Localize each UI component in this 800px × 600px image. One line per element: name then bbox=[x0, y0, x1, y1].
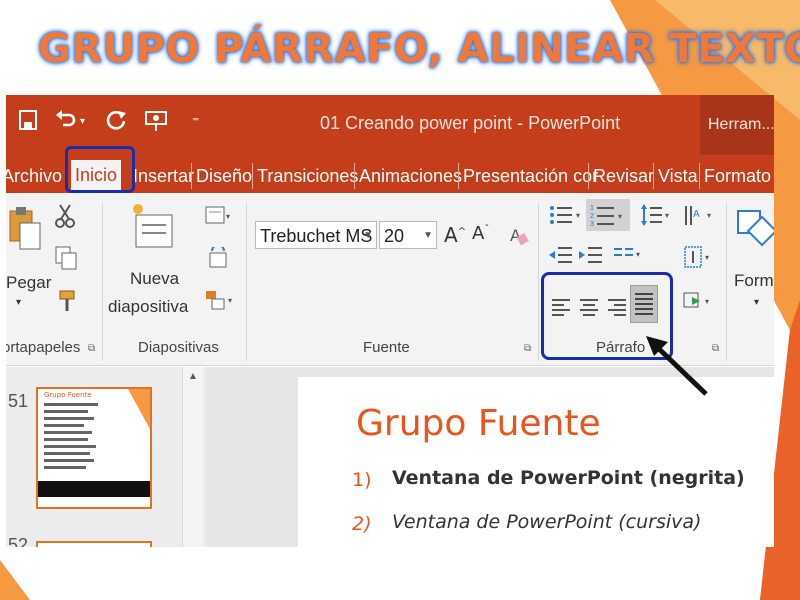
item-number: 1) bbox=[352, 469, 372, 491]
tools-contextual-tab[interactable]: Herram... bbox=[700, 95, 774, 155]
paste-label[interactable]: Pegar bbox=[6, 273, 51, 293]
tab-transiciones[interactable]: Transiciones bbox=[257, 163, 358, 189]
tab-separator bbox=[354, 163, 355, 189]
font-launcher-icon[interactable]: ⧉ bbox=[524, 343, 531, 354]
item-text: Ventana de PowerPoint (cursiva) bbox=[392, 511, 702, 533]
pointer-arrow-icon bbox=[646, 336, 708, 396]
increase-font-icon[interactable]: A^ bbox=[444, 223, 466, 247]
decrease-indent-icon[interactable] bbox=[548, 245, 574, 272]
font-size-combo[interactable]: 20 ▼ bbox=[379, 221, 437, 249]
numbering-icon[interactable]: 1 2 3 ▾ bbox=[586, 199, 630, 231]
tab-revisar[interactable]: Revisar bbox=[593, 163, 654, 189]
format-painter-icon[interactable] bbox=[58, 289, 80, 318]
decrease-font-icon[interactable]: Aˇ bbox=[472, 223, 489, 244]
svg-text:▾: ▾ bbox=[228, 296, 232, 305]
inicio-highlight-box bbox=[65, 146, 135, 193]
slide-number: 51 bbox=[8, 391, 29, 411]
tab-separator bbox=[653, 163, 654, 189]
customize-toolbar-icon[interactable]: ⁼ bbox=[192, 109, 199, 135]
tab-separator bbox=[588, 163, 589, 189]
svg-text:▾: ▾ bbox=[618, 212, 622, 221]
new-slide-label-line1[interactable]: Nueva bbox=[130, 269, 179, 289]
tab-vista[interactable]: Vista bbox=[658, 163, 698, 189]
tab-separator bbox=[699, 163, 700, 189]
group-separator bbox=[538, 203, 539, 361]
tab-formato[interactable]: Formato bbox=[704, 163, 771, 189]
shapes-icon[interactable] bbox=[736, 207, 774, 262]
group-separator bbox=[102, 203, 103, 361]
font-name-value: Trebuchet MS bbox=[260, 226, 373, 246]
content-title: Grupo Fuente bbox=[356, 403, 601, 444]
svg-text:1: 1 bbox=[590, 205, 594, 212]
tab-archivo[interactable]: Archivo bbox=[6, 163, 62, 189]
slides-group-label: Diapositivas bbox=[138, 339, 219, 356]
cut-icon[interactable] bbox=[54, 203, 76, 234]
paste-dropdown-icon[interactable]: ▾ bbox=[16, 297, 21, 308]
svg-text:A: A bbox=[693, 209, 700, 220]
tab-animaciones[interactable]: Animaciones bbox=[359, 163, 462, 189]
tab-separator bbox=[252, 163, 253, 189]
slide-thumbnail-next[interactable] bbox=[36, 541, 152, 547]
svg-text:▾: ▾ bbox=[705, 297, 709, 306]
paste-icon[interactable] bbox=[8, 205, 42, 258]
chevron-down-icon: ▼ bbox=[423, 230, 433, 241]
font-group-label: Fuente bbox=[363, 339, 410, 356]
align-text-icon[interactable]: ▾ bbox=[682, 245, 712, 276]
layout-icon[interactable]: ▾ bbox=[204, 205, 234, 232]
svg-text:3: 3 bbox=[590, 221, 594, 228]
new-slide-label-line2[interactable]: diapositiva bbox=[108, 297, 188, 317]
scroll-up-icon[interactable]: ▲ bbox=[188, 371, 198, 382]
thumbnail-scrollbar[interactable]: ▲ bbox=[182, 367, 203, 547]
svg-text:2: 2 bbox=[590, 213, 594, 220]
svg-text:▾: ▾ bbox=[576, 211, 580, 220]
undo-dropdown-icon[interactable]: ▾ bbox=[80, 109, 85, 135]
chevron-down-icon: ▼ bbox=[363, 230, 373, 241]
smartart-icon[interactable]: ▾ bbox=[682, 289, 712, 318]
item-number: 2) bbox=[352, 513, 372, 535]
section-icon[interactable]: ▾ bbox=[204, 289, 236, 316]
font-name-combo[interactable]: Trebuchet MS ▼ bbox=[255, 221, 377, 249]
tab-diseno[interactable]: Diseño bbox=[196, 163, 252, 189]
tab-insertar[interactable]: Insertar bbox=[133, 163, 194, 189]
presentation-icon[interactable] bbox=[144, 109, 168, 140]
tab-presentacion[interactable]: Presentación cor bbox=[463, 163, 598, 189]
save-icon[interactable] bbox=[18, 109, 38, 138]
text-direction-icon[interactable]: A ▾ bbox=[682, 203, 714, 234]
svg-text:▾: ▾ bbox=[707, 211, 711, 220]
group-separator bbox=[246, 203, 247, 361]
undo-icon[interactable] bbox=[54, 109, 78, 138]
svg-text:▾: ▾ bbox=[226, 212, 230, 221]
copy-icon[interactable] bbox=[54, 245, 80, 276]
group-separator bbox=[726, 203, 727, 361]
line-spacing-icon[interactable]: ▾ bbox=[640, 203, 672, 234]
svg-text:▾: ▾ bbox=[636, 250, 640, 259]
font-size-value: 20 bbox=[384, 226, 405, 246]
clipboard-launcher-icon[interactable]: ⧉ bbox=[88, 343, 95, 354]
slide-thumbnail-current[interactable] bbox=[36, 387, 152, 509]
window-title: 01 Creando power point - PowerPoint bbox=[320, 113, 621, 133]
clear-formatting-icon[interactable]: A bbox=[508, 225, 530, 252]
slide-title: GRUPO PÁRRAFO, ALINEAR TEXTO bbox=[38, 26, 800, 72]
svg-text:▾: ▾ bbox=[665, 211, 669, 220]
columns-icon[interactable]: ▾ bbox=[612, 245, 642, 272]
increase-indent-icon[interactable] bbox=[578, 245, 604, 272]
shapes-label[interactable]: Formas bbox=[734, 271, 774, 291]
tab-separator bbox=[191, 163, 192, 189]
bullets-icon[interactable]: ▾ bbox=[548, 203, 584, 232]
new-slide-icon[interactable] bbox=[130, 201, 176, 256]
tab-separator bbox=[458, 163, 459, 189]
shapes-dropdown-icon[interactable]: ▾ bbox=[754, 297, 759, 308]
thumbnail-title: Grupo Fuente bbox=[44, 391, 92, 399]
redo-icon[interactable] bbox=[106, 109, 128, 140]
clipboard-group-label: ortapapeles bbox=[6, 339, 81, 356]
reset-icon[interactable] bbox=[206, 244, 230, 274]
slide-number-next: 52 bbox=[8, 535, 29, 547]
thumbnail-content bbox=[38, 389, 150, 507]
item-text: Ventana de PowerPoint (negrita) bbox=[392, 467, 745, 489]
svg-text:▾: ▾ bbox=[705, 253, 709, 262]
